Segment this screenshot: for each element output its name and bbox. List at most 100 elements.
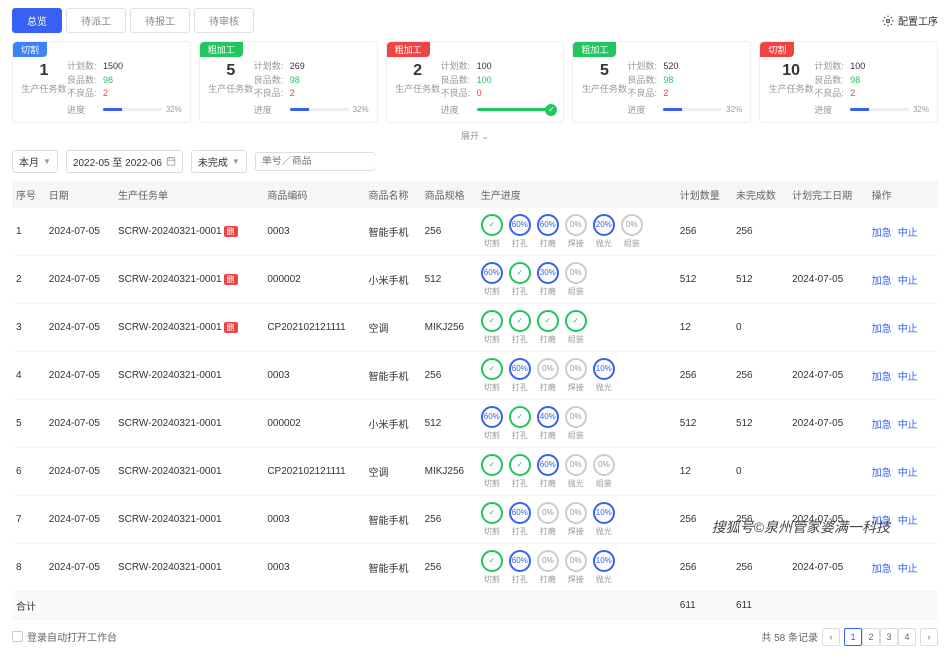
progress-step[interactable]: 40%打磨 [537,406,559,441]
progress-step[interactable]: ✓切割 [481,214,503,249]
tab-3[interactable]: 待审核 [194,8,254,33]
page-prev[interactable]: ‹ [822,628,840,646]
progress-step[interactable]: 30%打磨 [537,262,559,297]
gear-icon [882,15,894,27]
stat-card-4[interactable]: 切割 10 生产任务数 计划数:100 良品数:98 不良品:2 进度32% [759,41,938,123]
urgent-link[interactable]: 加急 [872,372,892,383]
card-number: 5 [581,62,627,80]
urgent-link[interactable]: 加急 [872,420,892,431]
config-process-link[interactable]: 配置工序 [882,13,938,28]
stat-card-3[interactable]: 粗加工 5 生产任务数 计划数:520 良品数:98 不良品:2 进度32% [572,41,751,123]
table-row[interactable]: 1 2024-07-05 SCRW-20240321-0001删 0003 智能… [12,208,938,256]
progress-step[interactable]: 0%组装 [565,406,587,441]
urgent-link[interactable]: 加急 [872,228,892,239]
progress-step[interactable]: 10%抛光 [593,550,615,585]
total-row: 合计611611 [12,591,938,619]
auto-open-label: 登录自动打开工作台 [27,629,117,644]
table-row[interactable]: 4 2024-07-05 SCRW-20240321-0001 0003 智能手… [12,351,938,399]
col-header: 计划完工日期 [788,181,868,208]
col-header: 生产进度 [477,181,676,208]
stop-link[interactable]: 中止 [898,276,918,287]
progress-step[interactable]: 0%组装 [593,454,615,489]
page-3[interactable]: 3 [880,628,898,646]
date-range-select[interactable]: 2022-05 至 2022-06 [66,150,183,173]
tab-0[interactable]: 总览 [12,8,62,33]
status-select[interactable]: 未完成▼ [191,150,247,173]
month-select[interactable]: 本月▼ [12,150,58,173]
expand-toggle[interactable]: 展开 ⌄ [12,129,938,142]
progress-step[interactable]: 0%打磨 [537,502,559,537]
record-total: 共 58 条记录 [761,629,818,644]
tab-1[interactable]: 待派工 [66,8,126,33]
progress-step[interactable]: ✓组装 [565,310,587,345]
progress-step[interactable]: ✓切割 [481,454,503,489]
stop-link[interactable]: 中止 [898,324,918,335]
stat-card-2[interactable]: 粗加工 2 生产任务数 计划数:100 良品数:100 不良品:0 进度 ✓ [386,41,565,123]
check-icon: ✓ [545,104,557,116]
stop-link[interactable]: 中止 [898,516,918,527]
progress-step[interactable]: 60%打磨 [537,454,559,489]
progress-step[interactable]: ✓打孔 [509,454,531,489]
table-row[interactable]: 2 2024-07-05 SCRW-20240321-0001删 000002 … [12,255,938,303]
card-tag: 粗加工 [573,42,616,57]
urgent-link[interactable]: 加急 [872,468,892,479]
table-row[interactable]: 3 2024-07-05 SCRW-20240321-0001删 CP20210… [12,303,938,351]
progress-step[interactable]: 60%切割 [481,406,503,441]
progress-step[interactable]: 0%焊接 [565,502,587,537]
stop-link[interactable]: 中止 [898,228,918,239]
table-row[interactable]: 5 2024-07-05 SCRW-20240321-0001 000002 小… [12,399,938,447]
stop-link[interactable]: 中止 [898,372,918,383]
progress-step[interactable]: 0%打磨 [537,358,559,393]
progress-step[interactable]: ✓打孔 [509,406,531,441]
page-next[interactable]: › [920,628,938,646]
progress-step[interactable]: ✓切割 [481,550,503,585]
page-4[interactable]: 4 [898,628,916,646]
search-input-wrapper[interactable] [255,152,375,171]
progress-step[interactable]: ✓打磨 [537,310,559,345]
progress-step[interactable]: ✓切割 [481,358,503,393]
stat-card-1[interactable]: 粗加工 5 生产任务数 计划数:269 良品数:98 不良品:2 进度32% [199,41,378,123]
progress-step[interactable]: 0%打磨 [537,550,559,585]
progress-step[interactable]: ✓切割 [481,502,503,537]
progress-step[interactable]: 0%焊接 [565,214,587,249]
progress-step[interactable]: 10%抛光 [593,502,615,537]
col-header: 日期 [45,181,114,208]
tab-2[interactable]: 待报工 [130,8,190,33]
col-header: 商品编码 [263,181,364,208]
progress-step[interactable]: ✓打孔 [509,262,531,297]
progress-step[interactable]: 0%焊接 [565,550,587,585]
stat-card-0[interactable]: 切割 1 生产任务数 计划数:1500 良品数:98 不良品:2 进度32% [12,41,191,123]
card-label: 生产任务数 [395,82,441,95]
search-input[interactable] [262,156,394,167]
page-1[interactable]: 1 [844,628,862,646]
page-2[interactable]: 2 [862,628,880,646]
progress-step[interactable]: 0%组装 [621,214,643,249]
table-row[interactable]: 6 2024-07-05 SCRW-20240321-0001 CP202102… [12,447,938,495]
auto-open-checkbox[interactable] [12,631,23,642]
progress-step[interactable]: ✓切割 [481,310,503,345]
urgent-link[interactable]: 加急 [872,564,892,575]
urgent-link[interactable]: 加急 [872,276,892,287]
delete-badge: 删 [224,322,238,333]
progress-step[interactable]: ✓打孔 [509,310,531,345]
stop-link[interactable]: 中止 [898,564,918,575]
progress-step[interactable]: 60%打磨 [537,214,559,249]
progress-step[interactable]: 0%组装 [565,262,587,297]
progress-step[interactable]: 60%打孔 [509,550,531,585]
card-label: 生产任务数 [581,82,627,95]
urgent-link[interactable]: 加急 [872,324,892,335]
col-header: 商品名称 [364,181,420,208]
progress-step[interactable]: 60%打孔 [509,502,531,537]
card-label: 生产任务数 [768,82,814,95]
progress-step[interactable]: 10%抛光 [593,358,615,393]
config-label: 配置工序 [898,13,938,28]
progress-step[interactable]: 0%抛光 [565,454,587,489]
table-row[interactable]: 8 2024-07-05 SCRW-20240321-0001 0003 智能手… [12,543,938,591]
progress-step[interactable]: 20%抛光 [593,214,615,249]
stop-link[interactable]: 中止 [898,468,918,479]
stop-link[interactable]: 中止 [898,420,918,431]
progress-step[interactable]: 0%焊接 [565,358,587,393]
progress-step[interactable]: 60%打孔 [509,214,531,249]
progress-step[interactable]: 60%切割 [481,262,503,297]
progress-step[interactable]: 60%打孔 [509,358,531,393]
